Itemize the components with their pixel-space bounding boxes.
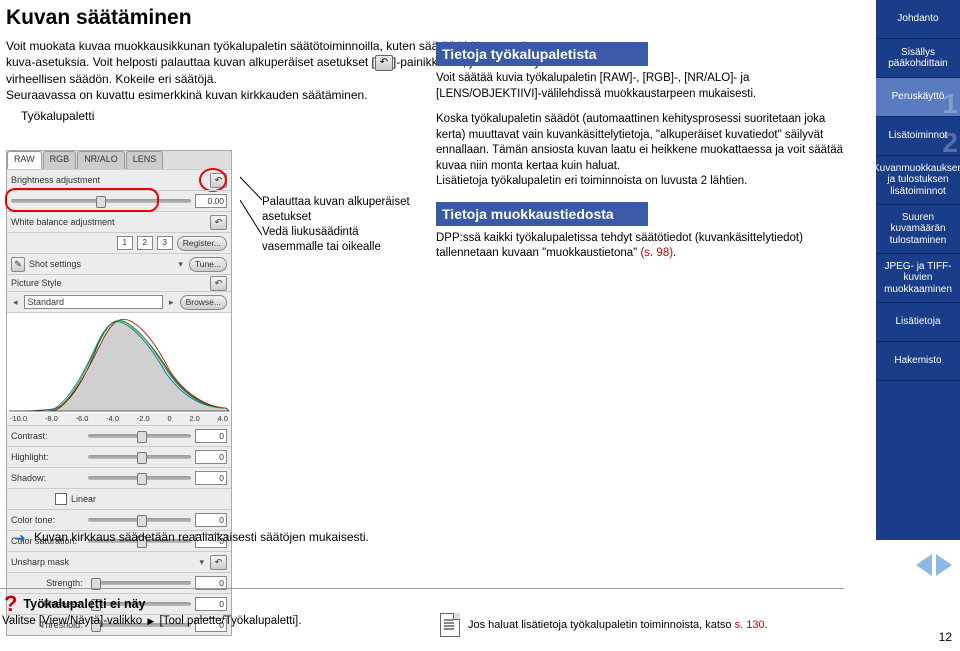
page-ref-98[interactable]: (s. 98) <box>640 247 673 259</box>
arrow-left-icon[interactable]: ◂ <box>11 297 20 308</box>
wb-preset-1[interactable]: 1 <box>117 236 133 250</box>
tool-palette: RAW RGB NR/ALO LENS Brightness adjustmen… <box>6 150 232 636</box>
eyedropper-icon[interactable]: ✎ <box>11 257 25 272</box>
shot-settings-label: Shot settings <box>29 259 172 269</box>
sidebar-item-contents[interactable]: Sisällys pääkohdittain <box>876 39 960 78</box>
color-tone-value[interactable]: 0 <box>195 513 227 527</box>
sidebar-item-batchprint[interactable]: Suuren kuvamäärän tulostaminen <box>876 205 960 254</box>
info-text: Jos haluat lisätietoja työkalupaletin to… <box>468 619 768 631</box>
page-number: 12 <box>939 630 952 644</box>
linear-checkbox[interactable] <box>55 493 67 505</box>
faq-text: Valitse [View/Näytä]-valikko ▶ [Tool pal… <box>2 615 440 627</box>
callout-circle-slider <box>5 188 159 212</box>
tab-rgb[interactable]: RGB <box>43 151 77 170</box>
sidebar-item-moreinfo[interactable]: Lisätietoja <box>876 303 960 342</box>
sidebar-item-jpegtiff[interactable]: JPEG- ja TIFF-kuvien muokkaaminen <box>876 254 960 303</box>
arrow-right-icon: ➜ <box>14 530 26 547</box>
browse-button[interactable]: Browse... <box>180 295 227 310</box>
shadow-value[interactable]: 0 <box>195 471 227 485</box>
arrow-right-icon[interactable]: ▸ <box>167 297 176 308</box>
sidebar-item-editprint[interactable]: Kuvanmuokkauksen ja tulostuksen lisätoim… <box>876 156 960 205</box>
contrast-slider[interactable] <box>88 434 191 438</box>
page-title: Kuvan säätäminen <box>6 6 866 30</box>
contrast-value[interactable]: 0 <box>195 429 227 443</box>
infobox-heading-palette: Tietoja työkalupaletista <box>436 42 648 66</box>
document-icon <box>440 613 460 637</box>
tune-button[interactable]: Tune... <box>189 257 227 272</box>
picture-style-value[interactable]: Standard <box>24 295 164 309</box>
infobox-text-3: DPP:ssä kaikki työkalupaletissa tehdyt s… <box>436 231 844 262</box>
color-tone-slider[interactable] <box>88 518 191 522</box>
revert-unsharp-button[interactable]: ↶ <box>210 555 227 570</box>
footnote-text: Kuvan kirkkaus säädetään reaaliaikaisest… <box>34 530 369 544</box>
chevron-down-icon[interactable]: ▾ <box>176 259 185 270</box>
palette-tabs: RAW RGB NR/ALO LENS <box>7 151 231 169</box>
page-ref-130[interactable]: s. 130 <box>735 619 765 631</box>
infobox-text-1: Voit säätää kuvia työkalupaletin [RAW]-,… <box>436 71 844 102</box>
question-icon: ? <box>4 597 17 611</box>
histogram-axis: -10.0-8.0-6.0-4.0-2.002.04.0 <box>7 413 231 425</box>
highlight-label: Highlight: <box>11 452 84 462</box>
sidebar-item-intro[interactable]: Johdanto <box>876 0 960 39</box>
next-page-button[interactable] <box>936 554 952 576</box>
shadow-label: Shadow: <box>11 473 84 483</box>
contrast-label: Contrast: <box>11 431 84 441</box>
unsharp-label: Unsharp mask <box>11 557 193 567</box>
highlight-slider[interactable] <box>88 455 191 459</box>
caret-icon: ▶ <box>145 616 156 626</box>
strength-slider[interactable] <box>91 581 191 585</box>
faq-title: Työkalupaletti ei näy <box>23 597 145 611</box>
sidebar-nav: Johdanto Sisällys pääkohdittain Peruskäy… <box>876 0 960 540</box>
callout-text: Palauttaa kuvan alkuperäiset asetukset V… <box>262 195 422 255</box>
register-button[interactable]: Register... <box>177 236 227 251</box>
sidebar-item-index[interactable]: Hakemisto <box>876 342 960 381</box>
highlight-value[interactable]: 0 <box>195 450 227 464</box>
wb-preset-2[interactable]: 2 <box>137 236 153 250</box>
sidebar-item-basic[interactable]: Peruskäyttö1 <box>876 78 960 117</box>
tab-nralo[interactable]: NR/ALO <box>77 151 125 170</box>
sidebar-item-advanced[interactable]: Lisätoiminnot2 <box>876 117 960 156</box>
tab-lens[interactable]: LENS <box>126 151 164 170</box>
callout-circle-revert <box>199 168 227 192</box>
revert-icon: ↶ <box>375 55 393 71</box>
tab-raw[interactable]: RAW <box>7 151 42 170</box>
histogram <box>7 312 231 413</box>
prev-page-button[interactable] <box>916 554 932 576</box>
wb-preset-3[interactable]: 3 <box>157 236 173 250</box>
wb-label: White balance adjustment <box>11 217 206 227</box>
linear-label: Linear <box>71 494 227 504</box>
color-tone-label: Color tone: <box>11 515 84 525</box>
brightness-value[interactable]: 0.00 <box>195 194 227 208</box>
strength-label: Strength: <box>11 578 87 588</box>
page-nav-arrows <box>916 554 952 576</box>
revert-wb-button[interactable]: ↶ <box>210 215 227 230</box>
shadow-slider[interactable] <box>88 476 191 480</box>
revert-ps-button[interactable]: ↶ <box>210 276 227 291</box>
infobox-heading-edit: Tietoja muokkaustiedosta <box>436 202 648 226</box>
brightness-label: Brightness adjustment <box>11 175 206 185</box>
picture-style-label: Picture Style <box>11 278 206 288</box>
infobox-text-2: Koska työkalupaletin säädöt (automaattin… <box>436 112 844 190</box>
chevron-down-icon[interactable]: ▾ <box>197 557 206 568</box>
